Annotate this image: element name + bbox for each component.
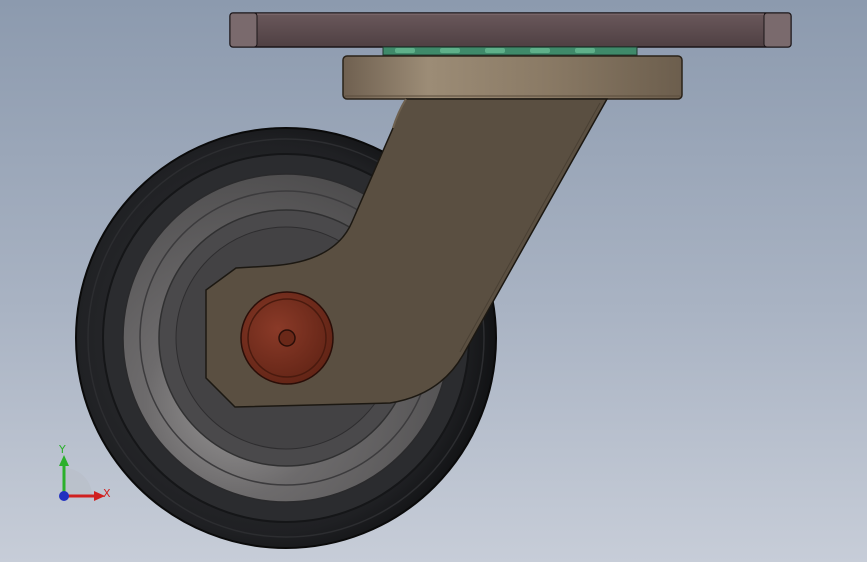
graphics-viewport[interactable]: Y X <box>0 0 867 562</box>
orientation-triad: Y X <box>58 443 111 501</box>
triad-y-arrow <box>59 455 69 466</box>
axle-bolt[interactable] <box>240 291 334 385</box>
triad-x-label: X <box>103 487 111 500</box>
swivel-housing[interactable] <box>342 55 683 100</box>
triad-plane-indicator <box>64 468 92 496</box>
swivel-bearing-raceway[interactable] <box>382 46 638 56</box>
caster-wheel-model[interactable] <box>0 0 867 562</box>
triad-z-axis <box>59 491 69 501</box>
triad-y-label: Y <box>58 443 66 456</box>
top-mounting-plate[interactable] <box>229 12 792 48</box>
